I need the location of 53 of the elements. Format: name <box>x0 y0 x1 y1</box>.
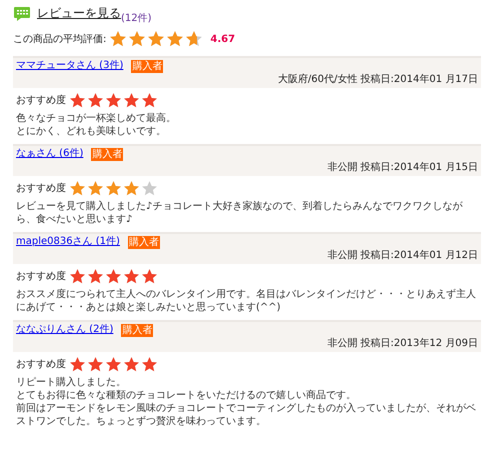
star-icon <box>128 30 146 48</box>
star-icon <box>87 180 104 197</box>
buyer-tag: 購入者 <box>121 324 154 336</box>
star-icon <box>69 268 86 285</box>
star-icon <box>141 92 158 109</box>
buyer-tag: 購入者 <box>128 236 160 248</box>
review-text: おススメ度につられて主人へのバレンタイン用です。名目はバレンタインだけど・・・とりあえず主人にあげて・・・あとは娘と楽しみたいと思っています(^^) <box>16 288 477 314</box>
reviewer-link[interactable]: ななぷりんさん (2件) <box>16 323 114 337</box>
star-icon <box>123 356 140 373</box>
review-meta: 非公開 投稿日:2014年01 月15日 <box>326 161 478 175</box>
star-icon <box>69 92 86 109</box>
star-icon <box>87 92 104 109</box>
speech-bubble-icon <box>13 6 31 22</box>
rating-label: おすすめ度 <box>16 182 66 196</box>
star-icon <box>69 180 86 197</box>
review-meta: 非公開 投稿日:2013年12 月09日 <box>326 337 478 351</box>
review-text: 色々なチョコが一杯楽しめて最高。 <box>16 112 177 125</box>
star-icon <box>166 30 184 48</box>
review-text: とにかく、どれも美味しいです。 <box>16 125 167 138</box>
star-icon <box>109 30 128 48</box>
reviewer-link[interactable]: ママチュータさん (3件) <box>16 59 124 73</box>
star-icon <box>147 30 166 48</box>
review-text: とてもお得に色々な種類のチョコレートをいただけるので嬉しい商品です。 <box>16 389 357 402</box>
reviews-link[interactable]: レビューを見る <box>37 4 121 22</box>
average-score: 4.67 <box>210 32 236 46</box>
star-icon <box>69 356 86 373</box>
review-count: (12件) <box>121 12 152 26</box>
review-meta: 非公開 投稿日:2014年01 月12日 <box>326 249 478 263</box>
star-icon <box>105 180 122 197</box>
review-text: リピート購入しました。 <box>16 376 127 389</box>
review-text: 前回はアーモンドをレモン風味のチョコレートでコーティングしたものが入っていましたが、それがベストワンでした。ちょっとずつ贅沢を味わっています。 <box>16 402 477 428</box>
star-icon <box>105 356 122 373</box>
star-icon <box>141 356 158 373</box>
star-icon <box>123 180 140 197</box>
star-icon <box>185 30 204 48</box>
star-icon <box>141 180 158 197</box>
buyer-tag: 購入者 <box>131 60 164 72</box>
star-icon <box>105 92 122 109</box>
review-meta: 大阪府/60代/女性 投稿日:2014年01 月17日 <box>276 73 478 87</box>
star-icon <box>123 92 140 109</box>
reviewer-link[interactable]: maple0836さん (1件) <box>16 235 120 249</box>
rating-label: おすすめ度 <box>16 270 66 284</box>
rating-label: おすすめ度 <box>16 358 66 372</box>
average-rating-label: この商品の平均評価: <box>13 32 106 46</box>
star-icon <box>123 268 140 285</box>
review-text: レビューを見て購入しました♪チョコレート大好き家族なので、到着したらみんなでワクワクしながら、食べたいと思います♪ <box>16 200 464 226</box>
star-icon <box>87 268 104 285</box>
star-icon <box>87 356 104 373</box>
reviewer-link[interactable]: なぁさん (6件) <box>16 147 84 161</box>
rating-label: おすすめ度 <box>16 94 66 108</box>
buyer-tag: 購入者 <box>91 148 124 160</box>
star-icon <box>141 268 158 285</box>
star-icon <box>105 268 122 285</box>
